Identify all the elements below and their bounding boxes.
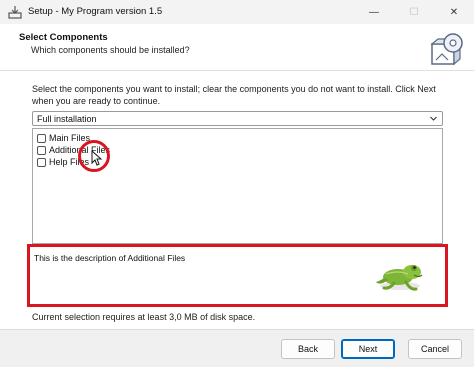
chevron-down-icon [430, 116, 437, 121]
component-description-panel: This is the description of Additional Fi… [27, 244, 448, 307]
instructions-text: Select the components you want to instal… [32, 84, 436, 106]
component-description: This is the description of Additional Fi… [34, 253, 186, 263]
component-checkbox[interactable] [37, 145, 46, 155]
mouse-cursor-icon [91, 150, 103, 166]
setup-type-value: Full installation [37, 114, 97, 124]
next-button[interactable]: Next [341, 339, 395, 359]
title-bar: Setup - My Program version 1.5 — ☐ ✕ [0, 0, 474, 24]
close-button[interactable]: ✕ [434, 0, 474, 24]
maximize-button: ☐ [394, 0, 434, 24]
cancel-button[interactable]: Cancel [408, 339, 462, 359]
setup-type-dropdown[interactable]: Full installation [32, 111, 443, 126]
minimize-button[interactable]: — [354, 0, 394, 24]
frog-image [376, 265, 423, 291]
install-disc-icon [430, 33, 463, 66]
component-label: Main Files [49, 133, 91, 143]
wizard-footer: Back Next Cancel [0, 330, 474, 367]
close-icon: ✕ [449, 6, 459, 18]
page-title: Select Components [19, 32, 108, 43]
maximize-icon: ☐ [409, 6, 419, 18]
back-button[interactable]: Back [281, 339, 335, 359]
disk-space-text: Current selection requires at least 3,0 … [32, 312, 256, 322]
minimize-icon: — [369, 6, 379, 18]
page-subtitle: Which components should be installed? [31, 45, 190, 55]
component-item-main-files[interactable]: Main Files [37, 132, 90, 144]
setup-app-icon [8, 6, 22, 19]
wizard-header: Select Components Which components shoul… [0, 24, 474, 70]
component-checkbox[interactable] [37, 133, 46, 143]
header-divider [0, 70, 474, 71]
component-checkbox[interactable] [37, 157, 46, 167]
window-title: Setup - My Program version 1.5 [28, 6, 163, 17]
